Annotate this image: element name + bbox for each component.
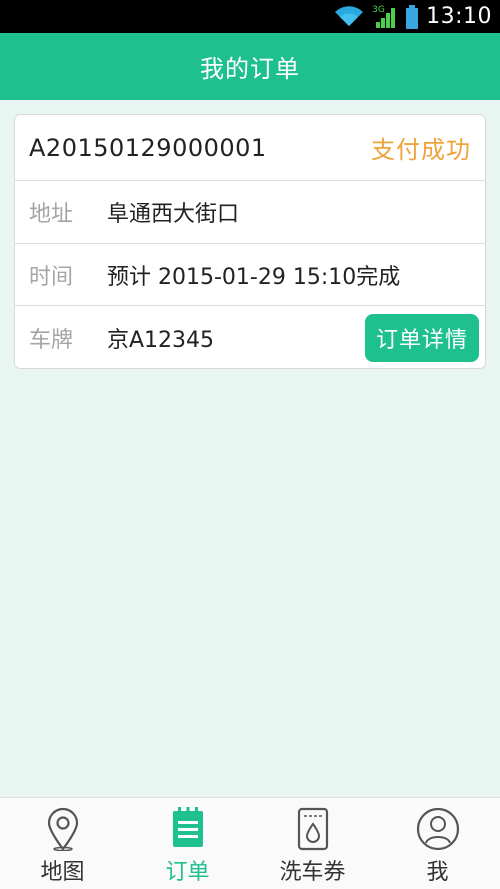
wash-coupon-icon bbox=[297, 807, 328, 851]
order-number: A20150129000001 bbox=[29, 133, 267, 162]
order-card[interactable]: A20150129000001 支付成功 地址 阜通西大街口 时间 预计 201… bbox=[14, 114, 486, 369]
header: 我的订单 bbox=[0, 33, 500, 100]
wifi-icon bbox=[335, 5, 364, 26]
status-time: 13:10 bbox=[426, 4, 492, 29]
address-row: 地址 阜通西大街口 bbox=[15, 181, 485, 244]
address-value: 阜通西大街口 bbox=[107, 202, 240, 227]
tab-coupons[interactable]: 洗车券 bbox=[250, 798, 375, 889]
tab-orders[interactable]: 订单 bbox=[125, 798, 250, 889]
plate-label: 车牌 bbox=[29, 328, 74, 353]
tab-map-label: 地图 bbox=[40, 860, 85, 885]
time-value: 预计 2015-01-29 15:10完成 bbox=[107, 264, 401, 290]
address-label: 地址 bbox=[29, 202, 74, 227]
tab-coupons-label: 洗车券 bbox=[279, 860, 346, 885]
status-bar: 3G 13:10 bbox=[0, 0, 500, 33]
cell-signal-icon: 3G bbox=[372, 5, 398, 29]
battery-icon bbox=[406, 4, 419, 29]
order-number-row: A20150129000001 支付成功 bbox=[15, 115, 485, 181]
time-row: 时间 预计 2015-01-29 15:10完成 bbox=[15, 244, 485, 306]
tab-me[interactable]: 我 bbox=[375, 798, 500, 889]
bottom-tab-bar: 地图 订单 洗车券 我 bbox=[0, 797, 500, 889]
order-list-icon bbox=[172, 807, 203, 847]
status-badge: 支付成功 bbox=[371, 136, 471, 164]
page-title: 我的订单 bbox=[200, 55, 300, 83]
time-label: 时间 bbox=[29, 264, 74, 290]
map-pin-icon bbox=[47, 807, 78, 851]
tab-orders-label: 订单 bbox=[165, 860, 210, 885]
tab-me-label: 我 bbox=[426, 860, 449, 885]
status-icons: 3G 13:10 bbox=[334, 0, 492, 33]
plate-row: 车牌 京A12345 订单详情 bbox=[15, 306, 485, 368]
user-icon bbox=[416, 807, 459, 851]
tab-map[interactable]: 地图 bbox=[0, 798, 125, 889]
order-detail-button[interactable]: 订单详情 bbox=[365, 314, 479, 362]
